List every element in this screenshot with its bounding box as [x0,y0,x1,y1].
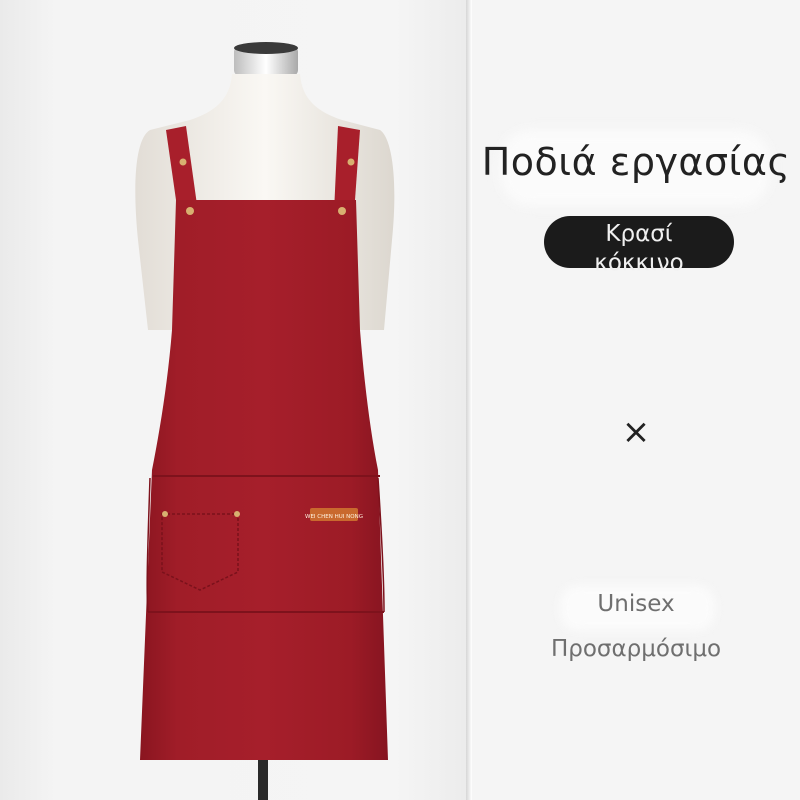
product-info-panel [472,0,800,800]
feature-adjustable: Προσαρμόσιμο [550,636,722,662]
product-title: Ποδιά εργασίας [481,140,791,184]
brand-tag-text: WEI CHEN HUI NONG [305,514,363,520]
color-badge: Κρασί κόκκινο [544,216,734,276]
color-badge-label: Κρασί κόκκινο [594,221,684,276]
times-icon: × [621,412,651,452]
apron-body [140,200,388,760]
apron-product-image: WEI CHEN HUI NONG [135,42,395,800]
feature-unisex: Unisex [597,591,675,617]
